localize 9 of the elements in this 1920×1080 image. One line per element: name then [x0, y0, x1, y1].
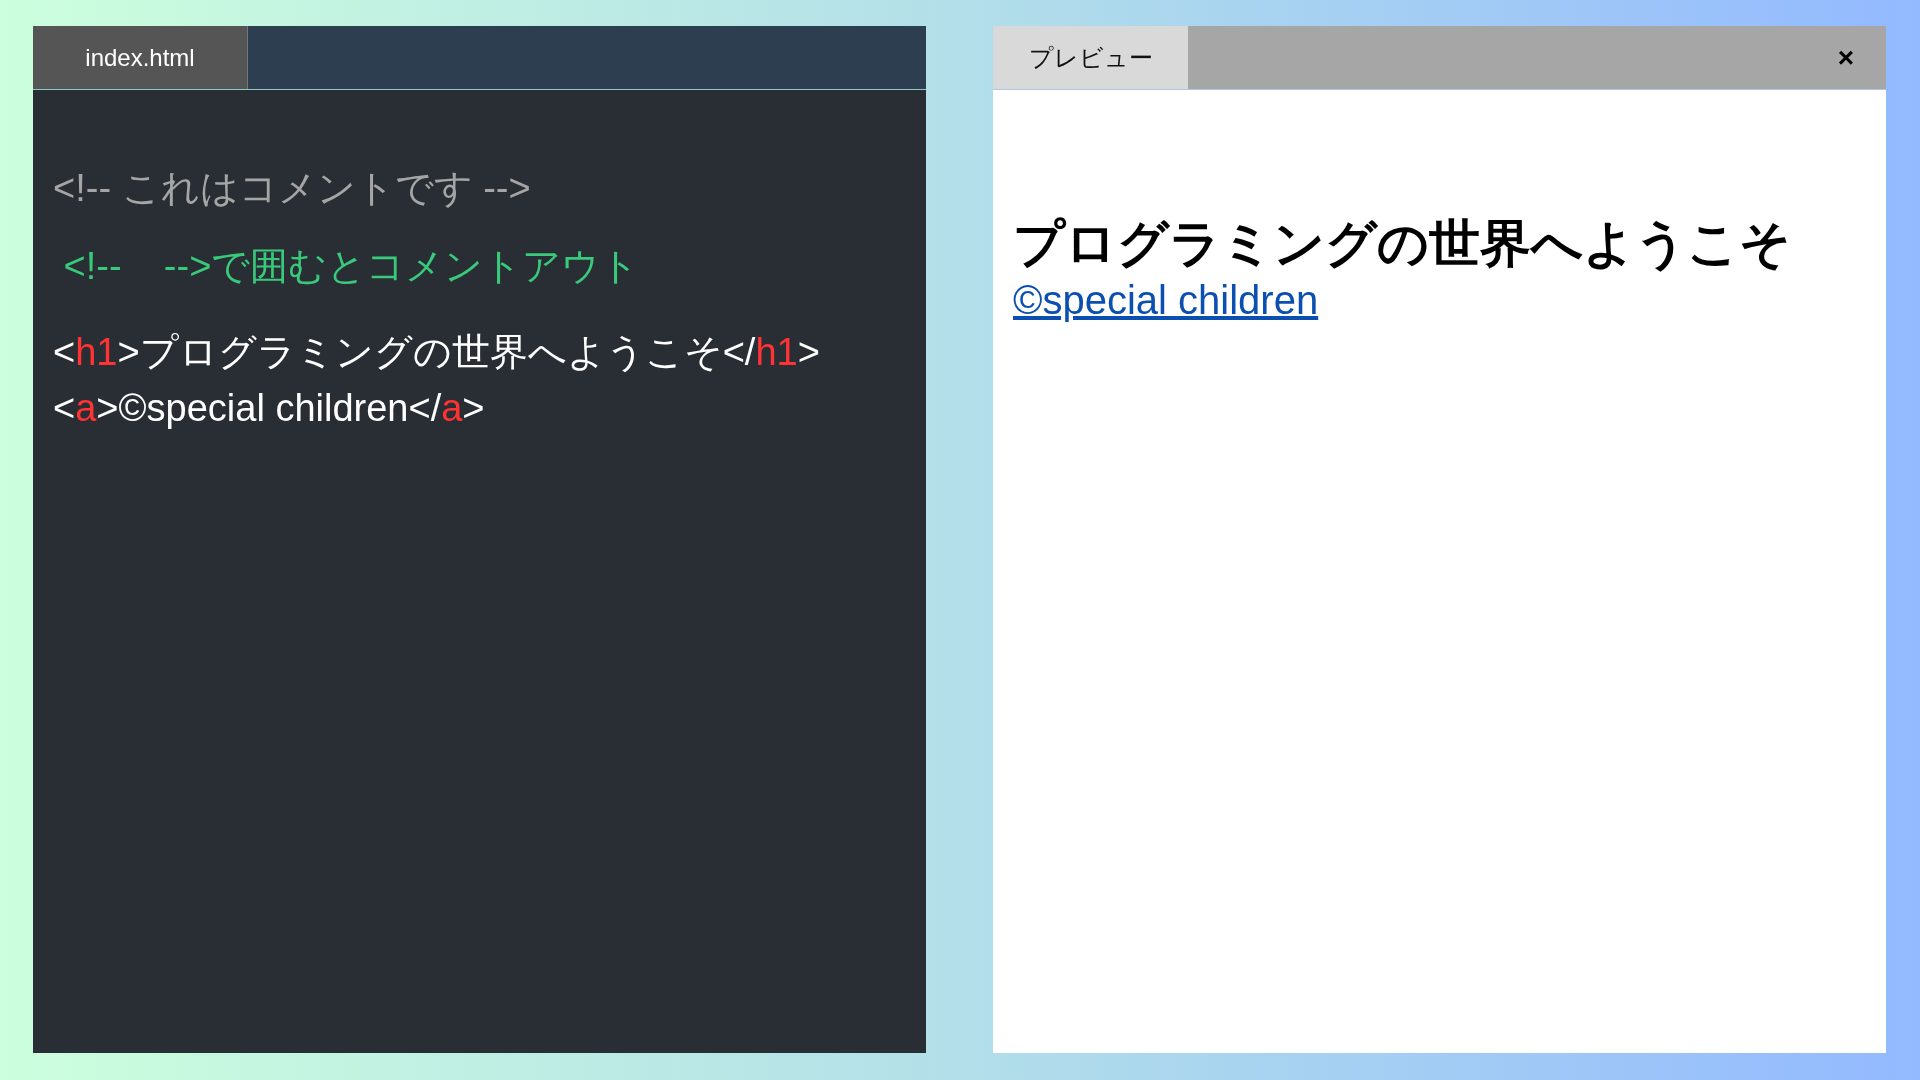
close-button[interactable]: × [1833, 43, 1858, 72]
copyright-link[interactable]: ©special children [1013, 278, 1319, 322]
page-heading: プログラミングの世界へようこそ [1013, 214, 1792, 274]
code-line: <!-- -->で囲むとコメントアウト [62, 244, 641, 289]
preview-tab[interactable]: プレビュー [993, 26, 1188, 89]
code-line: <!-- これはコメントです --> [53, 166, 532, 211]
code-line: <a>©special children</a> [53, 386, 486, 431]
file-tab[interactable]: index.html [33, 26, 248, 89]
code-line: <h1>プログラミングの世界へようこそ</h1> [53, 330, 821, 375]
